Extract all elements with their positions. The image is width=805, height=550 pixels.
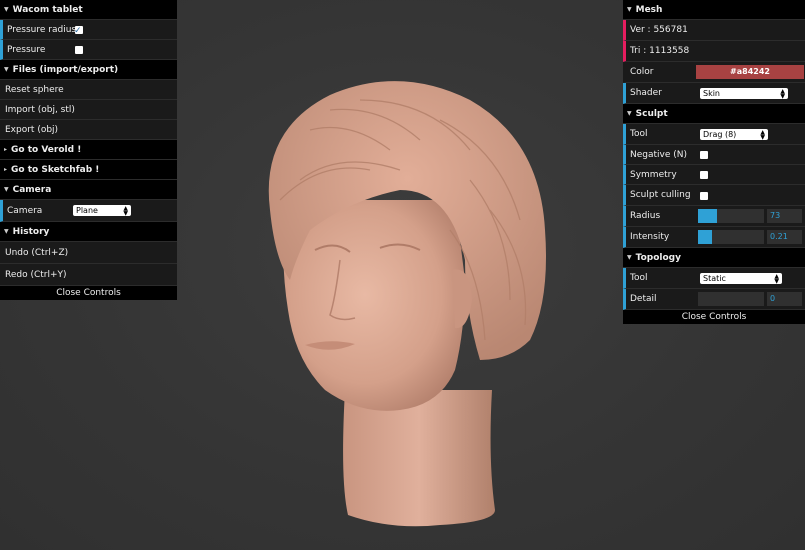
select-arrows-icon: ▲ ▼	[123, 205, 128, 217]
sketchfab-label: Go to Sketchfab !	[11, 165, 100, 175]
topology-tool-label: Tool	[630, 273, 648, 283]
folder-history[interactable]: ▼ History	[0, 222, 177, 242]
symmetry-label: Symmetry	[630, 170, 677, 180]
folder-title: Mesh	[635, 5, 663, 15]
intensity-slider[interactable]	[698, 230, 764, 244]
caret-down-icon: ▼	[627, 110, 632, 117]
intensity-input[interactable]: 0.21	[767, 230, 802, 244]
symmetry-row[interactable]: Symmetry	[623, 165, 805, 185]
topology-tool-value: Static	[703, 274, 726, 283]
detail-slider[interactable]	[698, 292, 764, 306]
caret-down-icon: ▼	[4, 6, 9, 13]
topology-tool-row: Tool Static ▲ ▼	[623, 268, 805, 289]
folder-wacom-tablet[interactable]: ▼ Wacom tablet	[0, 0, 177, 20]
close-controls-button[interactable]: Close Controls	[623, 310, 805, 324]
sculpt-culling-label: Sculpt culling	[630, 190, 691, 200]
intensity-row: Intensity 0.21	[623, 227, 805, 248]
camera-select[interactable]: Plane ▲ ▼	[73, 205, 131, 217]
topology-tool-select[interactable]: Static ▲ ▼	[700, 273, 782, 285]
close-controls-button[interactable]: Close Controls	[0, 286, 177, 300]
caret-down-icon: ▼	[627, 254, 632, 261]
camera-select-value: Plane	[76, 206, 98, 215]
go-to-verold-button[interactable]: ▸ Go to Verold !	[0, 140, 177, 160]
vertex-count: Ver : 556781	[630, 25, 688, 35]
import-button[interactable]: Import (obj, stl)	[0, 100, 177, 120]
caret-right-icon: ▸	[4, 146, 8, 153]
vertex-count-row: Ver : 556781	[623, 20, 805, 41]
sculpt-tool-row: Tool Drag (8) ▲ ▼	[623, 124, 805, 145]
undo-label: Undo (Ctrl+Z)	[5, 248, 69, 258]
select-arrows-icon: ▲ ▼	[774, 273, 779, 285]
import-label: Import (obj, stl)	[5, 105, 75, 115]
shader-label: Shader	[630, 88, 662, 98]
triangle-count-row: Tri : 1113558	[623, 41, 805, 62]
folder-title: Topology	[635, 253, 681, 263]
folder-title: Camera	[12, 185, 52, 195]
negative-label: Negative (N)	[630, 150, 688, 160]
folder-topology[interactable]: ▼ Topology	[623, 248, 805, 268]
caret-down-icon: ▼	[4, 186, 9, 193]
camera-row: Camera Plane ▲ ▼	[0, 200, 177, 222]
sculpt-tool-value: Drag (8)	[703, 130, 737, 139]
folder-camera[interactable]: ▼ Camera	[0, 180, 177, 200]
caret-down-icon: ▼	[627, 6, 632, 13]
folder-files[interactable]: ▼ Files (import/export)	[0, 60, 177, 80]
negative-checkbox[interactable]	[700, 151, 708, 159]
reset-sphere-label: Reset sphere	[5, 85, 64, 95]
caret-down-icon: ▼	[4, 228, 9, 235]
left-controls-panel: ▼Wacom tablet Pressure radius Pressure ▼…	[0, 0, 177, 300]
pressure-row[interactable]: Pressure	[0, 40, 177, 60]
folder-sculpt[interactable]: ▼ Sculpt	[623, 104, 805, 124]
sculpt-tool-select[interactable]: Drag (8) ▲ ▼	[700, 129, 768, 141]
redo-button[interactable]: Redo (Ctrl+Y)	[0, 264, 177, 286]
radius-slider-fill	[698, 209, 718, 223]
radius-row: Radius 73	[623, 206, 805, 227]
folder-title: Sculpt	[635, 109, 668, 119]
folder-title: Files (import/export)	[12, 65, 119, 75]
pressure-label: Pressure	[7, 45, 46, 55]
select-arrows-icon: ▲ ▼	[780, 88, 785, 100]
sculpt-tool-label: Tool	[630, 129, 648, 139]
intensity-label: Intensity	[630, 232, 670, 242]
folder-title: Wacom tablet	[12, 5, 83, 15]
caret-down-icon: ▼	[4, 66, 9, 73]
export-label: Export (obj)	[5, 125, 59, 135]
sculpt-culling-checkbox[interactable]	[700, 192, 708, 200]
shader-row: Shader Skin ▲ ▼	[623, 83, 805, 104]
shader-select[interactable]: Skin ▲ ▼	[700, 88, 788, 100]
detail-input[interactable]: 0	[767, 292, 802, 306]
radius-input[interactable]: 73	[767, 209, 802, 223]
sculpt-culling-row[interactable]: Sculpt culling	[623, 185, 805, 206]
symmetry-checkbox[interactable]	[700, 171, 708, 179]
undo-button[interactable]: Undo (Ctrl+Z)	[0, 242, 177, 264]
radius-label: Radius	[630, 211, 661, 221]
detail-row: Detail 0	[623, 289, 805, 310]
reset-sphere-button[interactable]: Reset sphere	[0, 80, 177, 100]
right-controls-panel: ▼ Mesh Ver : 556781 Tri : 1113558 Color #…	[623, 0, 805, 324]
color-label: Color	[630, 67, 654, 77]
intensity-slider-fill	[698, 230, 712, 244]
detail-label: Detail	[630, 294, 657, 304]
shader-select-value: Skin	[703, 89, 721, 98]
folder-title: History	[12, 227, 50, 237]
select-arrows-icon: ▲ ▼	[760, 129, 765, 141]
sculpted-head-model[interactable]	[240, 60, 560, 540]
go-to-sketchfab-button[interactable]: ▸ Go to Sketchfab !	[0, 160, 177, 180]
triangle-count: Tri : 1113558	[630, 46, 690, 56]
export-button[interactable]: Export (obj)	[0, 120, 177, 140]
pressure-radius-row[interactable]: Pressure radius	[0, 20, 177, 40]
verold-label: Go to Verold !	[11, 145, 82, 155]
color-row: Color #a84242	[623, 62, 805, 83]
redo-label: Redo (Ctrl+Y)	[5, 270, 67, 280]
camera-label: Camera	[7, 206, 43, 216]
pressure-checkbox[interactable]	[75, 46, 83, 54]
caret-right-icon: ▸	[4, 166, 8, 173]
pressure-radius-checkbox[interactable]	[74, 21, 83, 39]
folder-mesh[interactable]: ▼ Mesh	[623, 0, 805, 20]
pressure-radius-label: Pressure radius	[7, 25, 77, 35]
negative-row[interactable]: Negative (N)	[623, 145, 805, 165]
color-picker[interactable]: #a84242	[696, 65, 804, 79]
radius-slider[interactable]	[698, 209, 764, 223]
